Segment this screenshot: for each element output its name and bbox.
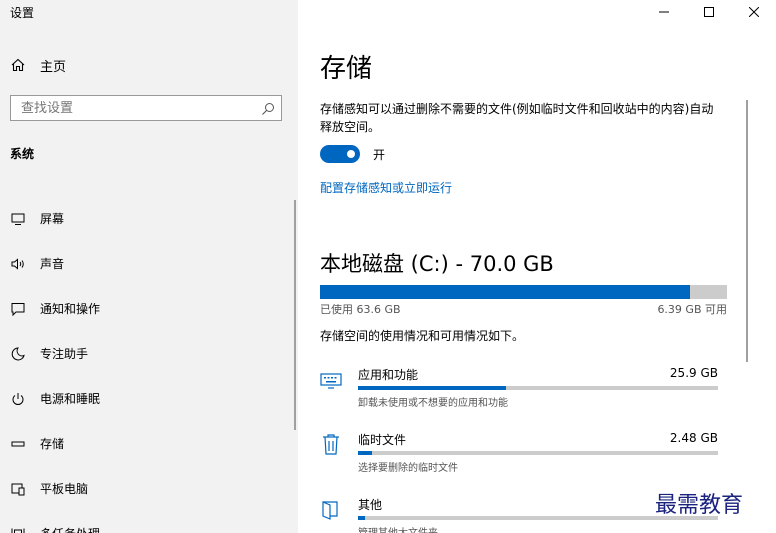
tablet-icon xyxy=(10,481,26,497)
category-bar-fill xyxy=(358,386,506,390)
usage-info-text: 存储空间的使用情况和可用情况如下。 xyxy=(320,329,525,343)
sidebar-item-label: 屏幕 xyxy=(40,212,65,226)
section-title: 系统 xyxy=(10,147,35,161)
app-title: 设置 xyxy=(10,6,35,20)
toggle-state-label: 开 xyxy=(373,148,386,162)
close-button[interactable] xyxy=(731,0,776,24)
sidebar-item-label: 专注助手 xyxy=(40,347,89,361)
home-nav-item[interactable]: 主页 xyxy=(10,55,66,75)
category-subtitle: 选择要删除的临时文件 xyxy=(358,463,458,474)
power-icon xyxy=(10,391,26,407)
category-apps[interactable]: 应用和功能 25.9 GB 卸载未使用或不想要的应用和功能 xyxy=(320,366,720,416)
search-icon[interactable] xyxy=(261,101,275,115)
sidebar-item-label: 电源和睡眠 xyxy=(40,392,101,406)
category-name: 临时文件 xyxy=(358,433,407,447)
home-icon xyxy=(10,57,26,73)
sidebar-item-focus-assist[interactable]: 专注助手 xyxy=(10,331,290,376)
storage-sense-toggle[interactable] xyxy=(320,145,360,163)
sidebar-item-label: 平板电脑 xyxy=(40,482,89,496)
sidebar: 设置 主页 系统 屏幕 声音 通知和操作 xyxy=(0,0,298,533)
category-name: 应用和功能 xyxy=(358,368,419,382)
sidebar-item-power[interactable]: 电源和睡眠 xyxy=(10,376,290,421)
category-bar-fill xyxy=(358,516,366,520)
storage-icon xyxy=(10,436,26,452)
sidebar-item-storage[interactable]: 存储 xyxy=(10,421,290,466)
trash-icon xyxy=(320,433,342,455)
category-bar-fill xyxy=(358,451,373,455)
minimize-button[interactable] xyxy=(641,0,686,24)
main-scrollbar[interactable] xyxy=(746,100,748,362)
home-label: 主页 xyxy=(40,59,67,75)
category-subtitle: 管理其他大文件夹 xyxy=(358,524,438,533)
sidebar-item-label: 多任务处理 xyxy=(40,525,100,533)
folder-icon xyxy=(320,498,342,520)
configure-storage-sense-link[interactable]: 配置存储感知或立即运行 xyxy=(320,179,452,196)
storage-sense-description: 存储感知可以通过删除不需要的文件(例如临时文件和回收站中的内容)自动释放空间。 xyxy=(320,102,714,134)
page-title: 存储 xyxy=(320,54,373,84)
speaker-icon xyxy=(10,256,26,272)
sidebar-scrollbar[interactable] xyxy=(294,200,296,430)
sidebar-item-multitasking[interactable]: 多任务处理 xyxy=(10,511,290,533)
disk-free-label: 6.39 GB 可用 xyxy=(657,303,727,316)
category-bar xyxy=(358,451,718,455)
disk-used-label: 已使用 63.6 GB xyxy=(320,303,401,316)
sidebar-item-notifications[interactable]: 通知和操作 xyxy=(10,286,290,331)
moon-icon xyxy=(10,346,26,362)
category-size: 25.9 GB xyxy=(669,366,718,380)
window-controls xyxy=(641,0,776,24)
maximize-button[interactable] xyxy=(686,0,731,24)
sidebar-item-label: 存储 xyxy=(40,437,65,451)
disk-usage-bar xyxy=(320,285,727,299)
sidebar-item-label: 声音 xyxy=(40,257,65,271)
sidebar-item-sound[interactable]: 声音 xyxy=(10,241,290,286)
multitask-icon xyxy=(10,526,26,533)
watermark-text: 最需教育 xyxy=(655,493,744,518)
sidebar-item-tablet[interactable]: 平板电脑 xyxy=(10,466,290,511)
category-size: 2.48 GB xyxy=(669,431,718,445)
keyboard-icon xyxy=(320,368,342,390)
disk-title: 本地磁盘 (C:) - 70.0 GB xyxy=(320,252,554,276)
disk-usage-fill xyxy=(320,285,690,299)
search-box[interactable] xyxy=(10,95,282,121)
sidebar-nav: 屏幕 声音 通知和操作 专注助手 电源和睡眠 存储 平板电脑 xyxy=(10,196,290,533)
category-bar xyxy=(358,386,718,390)
notification-icon xyxy=(10,301,26,317)
monitor-icon xyxy=(10,211,26,227)
category-name: 其他 xyxy=(358,498,383,512)
sidebar-item-display[interactable]: 屏幕 xyxy=(10,196,290,241)
toggle-knob xyxy=(347,150,355,158)
sidebar-item-label: 通知和操作 xyxy=(40,302,101,316)
category-temp-files[interactable]: 临时文件 2.48 GB 选择要删除的临时文件 xyxy=(320,431,720,481)
category-subtitle: 卸载未使用或不想要的应用和功能 xyxy=(358,398,508,409)
search-input[interactable] xyxy=(21,100,261,116)
